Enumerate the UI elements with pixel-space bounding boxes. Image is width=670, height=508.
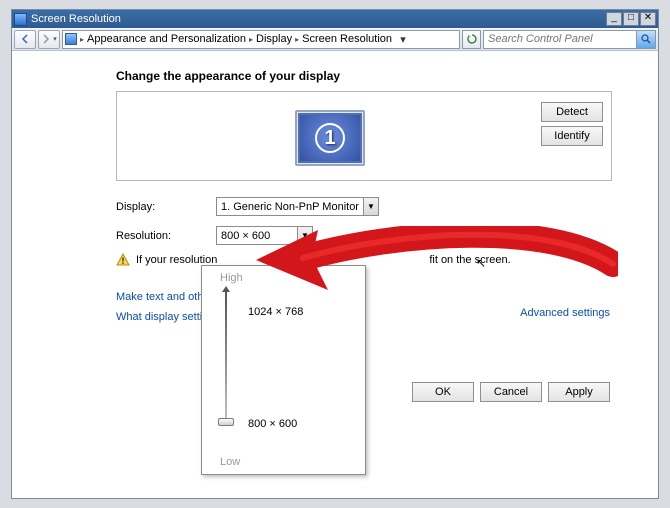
chevron-icon: ▸: [249, 35, 253, 44]
resolution-combobox[interactable]: 800 × 600 ▼: [216, 226, 313, 245]
monitor-screen: 1: [300, 115, 360, 161]
monitor-number: 1: [315, 123, 345, 153]
close-button[interactable]: ✕: [640, 12, 656, 26]
slider-low-label: Low: [220, 456, 240, 468]
window-icon: [14, 13, 27, 26]
chevron-down-icon: ▼: [297, 227, 312, 244]
ok-button[interactable]: OK: [412, 382, 474, 402]
chevron-down-icon: ▼: [363, 198, 378, 215]
cancel-button[interactable]: Cancel: [480, 382, 542, 402]
minimize-button[interactable]: _: [606, 12, 622, 26]
address-dropdown-icon[interactable]: ▾: [395, 33, 411, 46]
search-button[interactable]: [636, 31, 655, 48]
resolution-option-800[interactable]: 800 × 600: [248, 418, 297, 430]
search-input[interactable]: [484, 33, 636, 45]
page-heading: Change the appearance of your display: [116, 69, 658, 83]
identify-button[interactable]: Identify: [541, 126, 603, 146]
forward-button[interactable]: ▾: [38, 30, 60, 49]
titlebar[interactable]: Screen Resolution _ □ ✕: [12, 10, 658, 28]
display-combobox[interactable]: 1. Generic Non-PnP Monitor ▼: [216, 197, 379, 216]
resolution-label: Resolution:: [116, 230, 212, 242]
maximize-button[interactable]: □: [623, 12, 639, 26]
back-button[interactable]: [14, 30, 36, 49]
refresh-button[interactable]: [462, 30, 481, 49]
address-bar[interactable]: ▸ Appearance and Personalization ▸ Displ…: [62, 30, 460, 49]
resolution-option-1024[interactable]: 1024 × 768: [248, 306, 303, 318]
monitor-icon: [65, 33, 77, 45]
search-box: [483, 30, 656, 49]
window-buttons: _ □ ✕: [606, 12, 656, 26]
toolbar: ▾ ▸ Appearance and Personalization ▸ Dis…: [12, 28, 658, 51]
slider-track: [225, 292, 227, 424]
display-row: Display: 1. Generic Non-PnP Monitor ▼: [116, 197, 658, 216]
resolution-dropdown-panel: High 1024 × 768 800 × 600 Low: [201, 265, 366, 475]
window-title: Screen Resolution: [31, 13, 606, 25]
monitor-preview-box: 1 Detect Identify: [116, 91, 612, 181]
breadcrumb[interactable]: Display: [256, 33, 292, 45]
resolution-value: 800 × 600: [221, 230, 270, 242]
resolution-row: Resolution: 800 × 600 ▼: [116, 226, 658, 245]
slider-high-label: High: [220, 272, 243, 284]
advanced-settings-link[interactable]: Advanced settings: [520, 307, 610, 319]
chevron-icon: ▸: [80, 35, 84, 44]
warning-icon: [116, 253, 130, 267]
display-value: 1. Generic Non-PnP Monitor: [221, 201, 359, 213]
slider-thumb[interactable]: [218, 418, 234, 426]
breadcrumb[interactable]: Appearance and Personalization: [87, 33, 246, 45]
resolution-slider[interactable]: [221, 292, 231, 424]
warning-text-suffix: fit on the screen.: [429, 254, 510, 266]
make-text-link[interactable]: Make text and other i: [116, 291, 658, 303]
chevron-icon: ▸: [295, 35, 299, 44]
display-label: Display:: [116, 201, 212, 213]
apply-button[interactable]: Apply: [548, 382, 610, 402]
breadcrumb[interactable]: Screen Resolution: [302, 33, 392, 45]
dialog-buttons: OK Cancel Apply: [412, 382, 610, 402]
monitor-thumbnail[interactable]: 1: [295, 110, 365, 166]
detect-button[interactable]: Detect: [541, 102, 603, 122]
warning-row: If your resolution fit on the screen.: [116, 253, 658, 267]
